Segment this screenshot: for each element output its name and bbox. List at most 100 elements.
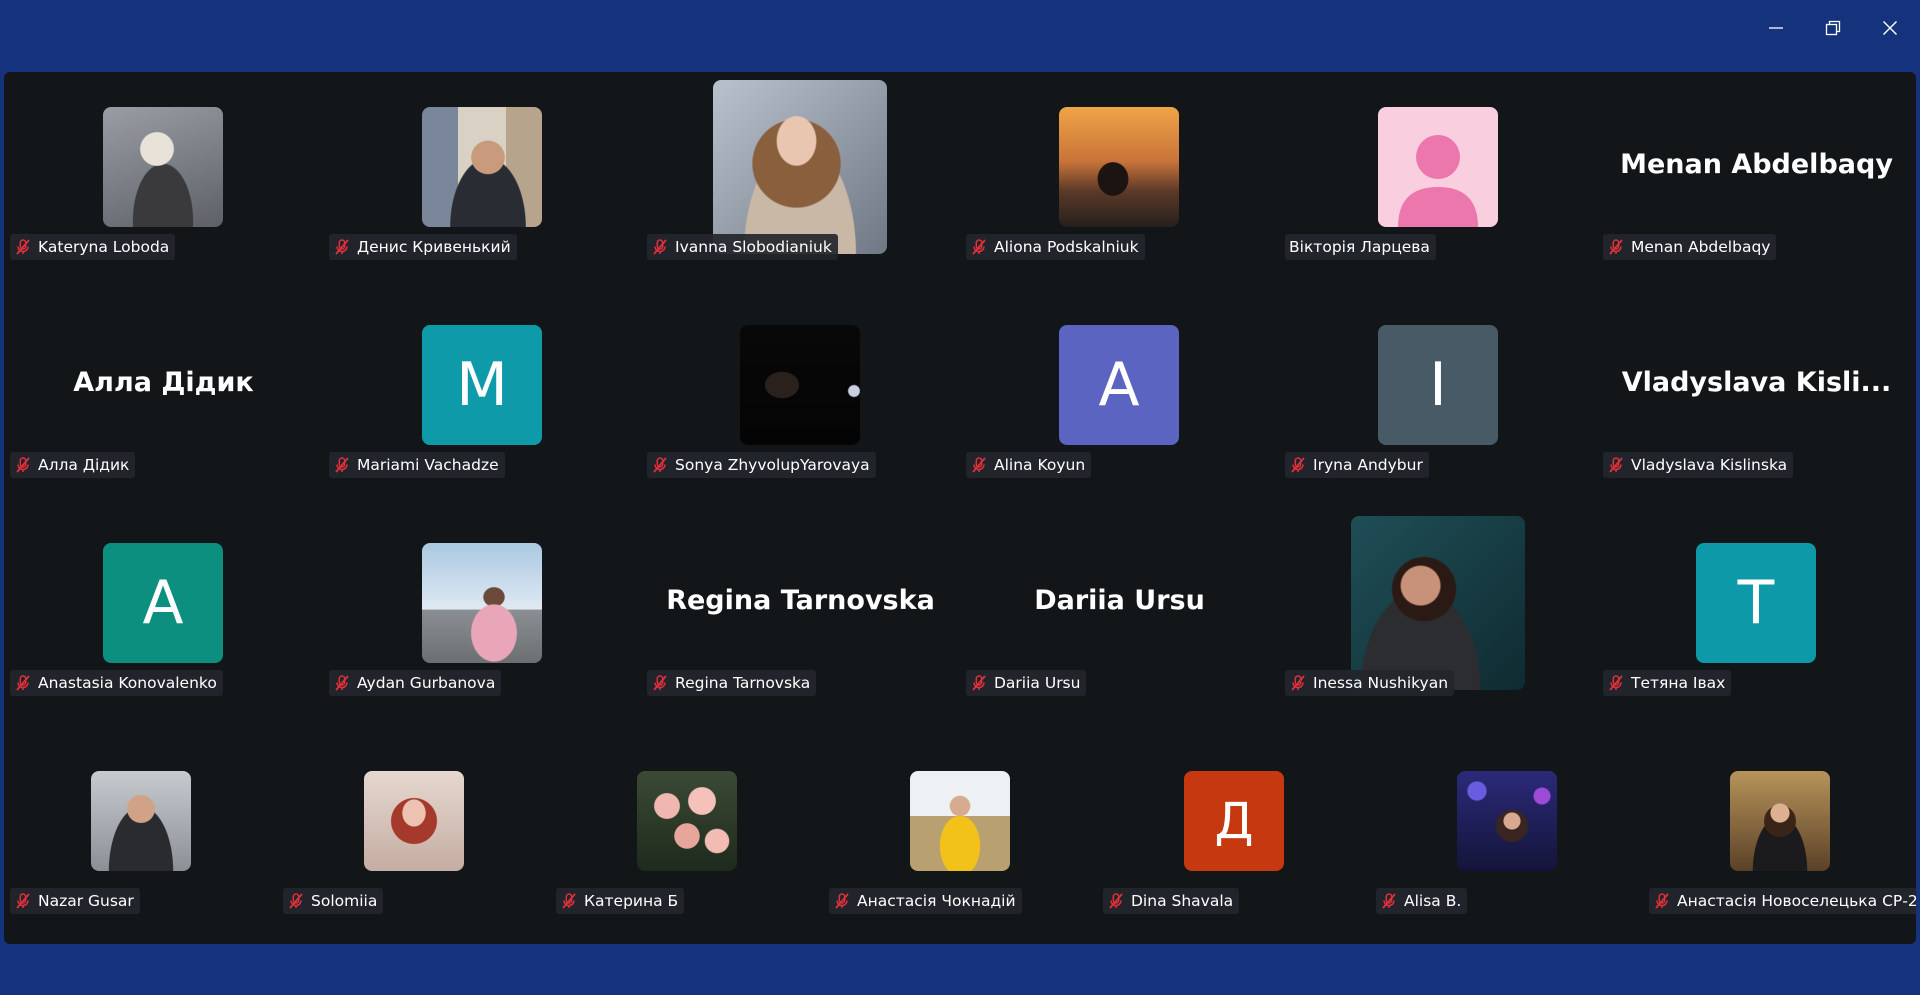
participant-name-label: Катерина Б	[556, 888, 685, 914]
participant-photo	[713, 80, 887, 254]
minimize-button[interactable]	[1748, 6, 1804, 50]
participant-name: Vladyslava Kislinska	[1631, 456, 1788, 474]
participant-tile[interactable]: Menan Abdelbaqy Menan Abdelbaqy	[1597, 72, 1916, 290]
participant-name-label: Алла Дідик	[10, 452, 136, 478]
participant-initial-avatar: A	[1059, 325, 1179, 445]
microphone-muted-icon	[835, 893, 849, 909]
participant-name-label: Regina Tarnovska	[647, 670, 817, 696]
close-button[interactable]	[1862, 6, 1918, 50]
microphone-muted-icon	[653, 457, 667, 473]
participant-tile[interactable]: Regina Tarnovska Regina Tarnovska	[641, 508, 960, 726]
participant-initial-avatar: A	[103, 543, 223, 663]
participant-photo	[1730, 771, 1830, 871]
microphone-muted-icon	[653, 239, 667, 255]
participant-photo	[740, 325, 860, 445]
microphone-muted-icon	[1609, 675, 1623, 691]
participant-photo	[637, 771, 737, 871]
participant-initial-avatar: I	[1378, 325, 1498, 445]
microphone-muted-icon	[1291, 675, 1305, 691]
participant-tile[interactable]: Alisa B.	[1370, 726, 1643, 944]
participant-display-name: Vladyslava Kisli...	[1621, 366, 1892, 398]
participant-tile[interactable]: Алла Дідик Алла Дідик	[4, 290, 323, 508]
microphone-muted-icon	[972, 457, 986, 473]
participant-name: Alina Koyun	[994, 456, 1086, 474]
participant-name: Nazar Gusar	[38, 892, 134, 910]
participant-tile[interactable]: Sonya ZhyvolupYarovaya	[641, 290, 960, 508]
participant-tile[interactable]: A Anastasia Konovalenko	[4, 508, 323, 726]
participant-name: Anastasia Konovalenko	[38, 674, 217, 692]
participant-display-name: Алла Дідик	[73, 366, 254, 398]
participant-name-label: Aliona Podskalniuk	[966, 234, 1145, 260]
participant-name: Dariia Ursu	[994, 674, 1081, 692]
participant-name-label: Денис Кривенький	[329, 234, 517, 260]
participant-name: Solomiia	[311, 892, 378, 910]
participant-name: Alisa B.	[1404, 892, 1462, 910]
participant-default-avatar	[1378, 107, 1498, 227]
participant-tile[interactable]: Solomiia	[277, 726, 550, 944]
gallery-view: Kateryna Loboda Денис Кривенький Ivanna Sl…	[4, 72, 1916, 944]
microphone-muted-icon	[972, 239, 986, 255]
participant-name-label: Ivanna Slobodianiuk	[647, 234, 838, 260]
participant-name: Dina Shavala	[1131, 892, 1234, 910]
participant-name-label: Anastasia Konovalenko	[10, 670, 223, 696]
participant-name: Катерина Б	[584, 892, 679, 910]
participant-name: Анастасія Чокнадій	[857, 892, 1016, 910]
title-bar	[0, 0, 1920, 72]
participant-photo	[422, 543, 542, 663]
participant-name-label: Sonya ZhyvolupYarovaya	[647, 452, 876, 478]
participant-name-label: Vladyslava Kislinska	[1603, 452, 1794, 478]
participant-tile[interactable]: I Iryna Andybur	[1279, 290, 1598, 508]
microphone-muted-icon	[1609, 239, 1623, 255]
microphone-muted-icon	[16, 675, 30, 691]
participant-tile[interactable]: Kateryna Loboda	[4, 72, 323, 290]
microphone-muted-icon	[562, 893, 576, 909]
microphone-muted-icon	[1609, 457, 1623, 473]
participant-name: Ivanna Slobodianiuk	[675, 238, 832, 256]
microphone-muted-icon	[1291, 457, 1305, 473]
participant-name-label: Анастасія Новоселецька СР-24	[1649, 888, 1916, 914]
participant-tile[interactable]: Анастасія Чокнадій	[823, 726, 1096, 944]
participant-tile[interactable]: Денис Кривенький	[323, 72, 642, 290]
participant-photo	[1059, 107, 1179, 227]
participant-photo	[103, 107, 223, 227]
participant-tile[interactable]: Анастасія Новоселецька СР-24	[1643, 726, 1916, 944]
participant-photo	[422, 107, 542, 227]
participant-name-label: Kateryna Loboda	[10, 234, 176, 260]
participant-name: Анастасія Новоселецька СР-24	[1677, 892, 1916, 910]
participant-tile[interactable]: Inessa Nushikyan	[1279, 508, 1598, 726]
participant-tile[interactable]: M Mariami Vachadze	[323, 290, 642, 508]
microphone-muted-icon	[1382, 893, 1396, 909]
participant-tile[interactable]: Aydan Gurbanova	[323, 508, 642, 726]
participant-tile[interactable]: T Тетяна Івах	[1597, 508, 1916, 726]
participant-tile[interactable]: Nazar Gusar	[4, 726, 277, 944]
microphone-muted-icon	[1109, 893, 1123, 909]
participant-tile[interactable]: A Alina Koyun	[960, 290, 1279, 508]
participant-tile[interactable]: Катерина Б	[550, 726, 823, 944]
participant-tile[interactable]: Ivanna Slobodianiuk	[641, 72, 960, 290]
participant-name: Тетяна Івах	[1631, 674, 1726, 692]
participant-photo	[1351, 516, 1525, 690]
participant-tile[interactable]: Вікторія Ларцева	[1279, 72, 1598, 290]
participant-initial-avatar: T	[1696, 543, 1816, 663]
participant-name-label: Alisa B.	[1376, 888, 1468, 914]
restore-button[interactable]	[1805, 6, 1861, 50]
participant-tile[interactable]: Dariia Ursu Dariia Ursu	[960, 508, 1279, 726]
participant-name: Денис Кривенький	[357, 238, 511, 256]
close-icon	[1883, 21, 1897, 35]
participant-name-label: Aydan Gurbanova	[329, 670, 502, 696]
participant-display-name: Regina Tarnovska	[666, 584, 935, 616]
participant-name-label: Анастасія Чокнадій	[829, 888, 1022, 914]
restore-icon	[1825, 20, 1841, 36]
participant-name-label: Вікторія Ларцева	[1285, 234, 1436, 260]
participant-photo	[91, 771, 191, 871]
participant-tile[interactable]: Vladyslava Kisli... Vladyslava Kislinska	[1597, 290, 1916, 508]
participant-tile[interactable]: Aliona Podskalniuk	[960, 72, 1279, 290]
participant-name: Iryna Andybur	[1313, 456, 1423, 474]
participant-name-label: Dina Shavala	[1103, 888, 1240, 914]
participant-name: Inessa Nushikyan	[1313, 674, 1449, 692]
participant-initial-avatar: Д	[1184, 771, 1284, 871]
participant-name: Вікторія Ларцева	[1289, 238, 1430, 256]
microphone-muted-icon	[16, 893, 30, 909]
participant-tile[interactable]: Д Dina Shavala	[1097, 726, 1370, 944]
participant-photo	[1457, 771, 1557, 871]
